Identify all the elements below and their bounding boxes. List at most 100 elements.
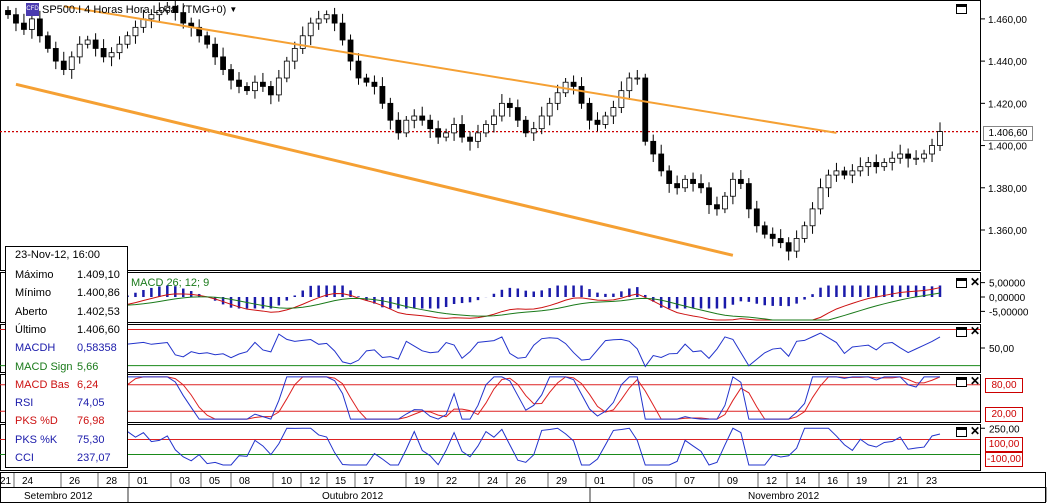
candle-body (204, 35, 211, 45)
candle-body (857, 166, 864, 172)
candle-body (833, 170, 840, 176)
data-window-label: MACDH (15, 342, 56, 355)
data-window-row: Aberto 1.402,53 (6, 303, 127, 321)
candle-body (108, 52, 115, 58)
candle-body (785, 242, 792, 252)
candle-body (283, 60, 290, 79)
cci-panel[interactable]: 250,00 (0, 424, 1020, 466)
candle-body (403, 119, 410, 134)
candle-body (722, 195, 728, 210)
data-window-row: Máximo 1.409,10 (6, 266, 127, 284)
panel-border (0, 0, 981, 271)
data-window-date: 23-Nov-12, 16:00 (15, 249, 100, 261)
stochastic-panel[interactable] (0, 376, 980, 420)
x-axis-day-label: 26 (69, 476, 81, 487)
stochastic-panel-maximize-icon[interactable] (956, 377, 967, 387)
candle-body (586, 102, 593, 121)
data-window-value: 5,66 (77, 360, 99, 373)
x-axis-day-label: 24 (487, 476, 499, 487)
candle-body (706, 187, 712, 206)
candle-body (729, 178, 736, 197)
x-axis-day-label: 10 (281, 476, 293, 487)
candle-body (291, 48, 298, 62)
cci-panel-close-icon[interactable]: ✕ (970, 425, 980, 437)
macd-panel-maximize-icon[interactable] (956, 278, 967, 288)
candle-body (267, 86, 274, 96)
candle-body (578, 86, 585, 104)
cci-axis-label: 250,00 (989, 424, 1020, 435)
rsi-line (15, 332, 941, 368)
candle-body (100, 48, 107, 58)
candle-body (395, 119, 402, 134)
chart-title-bar[interactable]: CFD SP500.I 4 Horas Hora Local (TMG+0) ▼ (26, 3, 237, 16)
trendline-upper (63, 5, 837, 134)
candle-body (849, 170, 856, 176)
candle-body (483, 124, 489, 134)
candle-body (610, 107, 617, 117)
chevron-down-icon[interactable]: ▼ (229, 5, 237, 14)
candle-body (817, 187, 824, 210)
candle-body (52, 48, 59, 62)
candle-body (347, 39, 354, 62)
candle-body (236, 79, 242, 87)
data-window-row: PKS %K 75,30 (6, 431, 127, 449)
x-axis-day-label: 14 (795, 476, 807, 487)
data-window-label: MACD Bas (15, 378, 70, 391)
stochastic-k-line (7, 376, 940, 420)
price-panel[interactable]: 1.460,00 1.440,00 1.420,00 1.400,00 1.380,00… (0, 0, 1027, 261)
candle-body (76, 43, 83, 58)
x-axis-day-label: 01 (137, 476, 149, 487)
stochastic-panel-close-icon[interactable]: ✕ (970, 375, 980, 387)
rsi-panel-close-icon[interactable]: ✕ (970, 325, 980, 337)
candle-body (244, 86, 250, 92)
macd-panel-close-icon[interactable]: ✕ (970, 276, 980, 288)
cci-panel-maximize-icon[interactable] (956, 427, 967, 437)
candle-body (570, 81, 577, 87)
candle-body (761, 225, 768, 235)
candle-body (841, 170, 848, 176)
candle-body (666, 170, 673, 184)
candle-body (602, 115, 609, 125)
candle-body (467, 136, 473, 142)
current-price-tag: 1.406,60 (983, 126, 1033, 141)
x-axis-day-label: 08 (239, 476, 251, 487)
x-axis-day-label: 12 (766, 476, 778, 487)
x-axis-day-label: 12 (309, 476, 321, 487)
x-axis-day-label: 05 (642, 476, 654, 487)
candle-body (650, 140, 657, 155)
macd-panel[interactable]: 5,00000 0,00000 -5,00000 MACD 26; 12; 9 (38, 277, 1029, 321)
data-window-label: PKS %K (15, 433, 58, 446)
price-axis-label: 1.420,00 (988, 99, 1027, 110)
data-window-row: MACD Sign 5,66 (6, 358, 127, 376)
data-window-row: MACDH 0,58358 (6, 339, 127, 357)
x-axis-month-label: Outubro 2012 (322, 491, 384, 502)
x-axis-day-label: 17 (363, 476, 375, 487)
x-axis-day-label: 05 (209, 476, 221, 487)
macd-axis-label: 0,00000 (989, 293, 1026, 304)
candle-body (506, 102, 513, 108)
candle-body (674, 183, 681, 189)
candle-body (427, 119, 434, 130)
candle-body (921, 153, 927, 159)
data-window-value: 6,24 (77, 378, 99, 391)
data-window-label: Aberto (15, 305, 48, 318)
candle-body (594, 119, 601, 125)
x-axis-day-label: 28 (106, 476, 118, 487)
candle-body (897, 153, 904, 159)
x-axis-day-label: 29 (556, 476, 568, 487)
candle-body (777, 238, 784, 244)
data-window-row: Último 1.406,60 (6, 321, 127, 339)
x-axis-day-label: 23 (926, 476, 938, 487)
x-axis-day-label: 03 (179, 476, 191, 487)
cci-line (23, 427, 941, 466)
chart-title: SP500.I 4 Horas Hora Local (TMG+0) (42, 3, 227, 16)
price-axis-label: 1.360,00 (988, 226, 1027, 237)
candle-body (682, 178, 688, 189)
rsi-panel-maximize-icon[interactable] (956, 327, 967, 337)
candle-body (92, 39, 99, 49)
price-panel-maximize-icon[interactable] (956, 4, 967, 14)
candle-body (538, 115, 545, 130)
candle-body (546, 102, 553, 117)
candle-body (387, 102, 394, 121)
rsi-panel[interactable]: 50,00 (0, 329, 1014, 368)
